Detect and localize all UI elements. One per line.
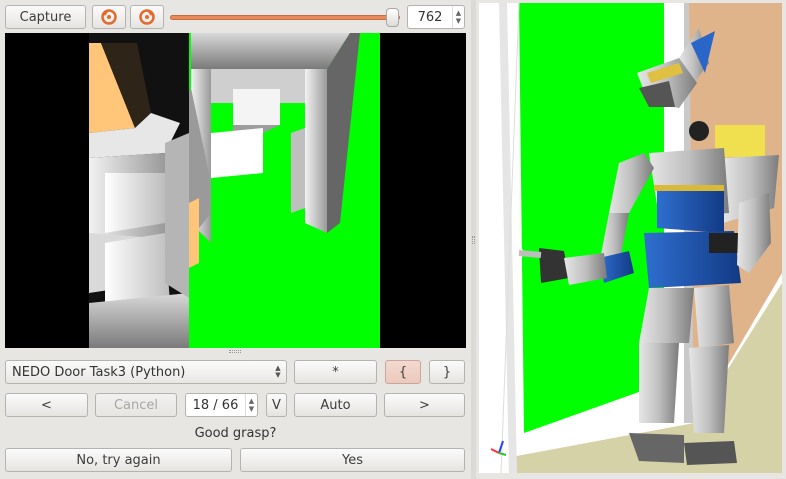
capture-button[interactable]: Capture: [5, 5, 86, 29]
robot-door-scene: [479, 3, 782, 473]
open-brace-button[interactable]: {: [385, 360, 421, 384]
phase-value: 18 / 66: [192, 397, 239, 413]
no-try-again-button[interactable]: No, try again: [5, 448, 232, 472]
task-selector[interactable]: NEDO Door Task3 (Python) ▲ ▼: [5, 360, 287, 384]
cancel-button[interactable]: Cancel: [95, 393, 177, 417]
time-value: 762: [417, 9, 443, 25]
rotate-cw-icon: [139, 9, 155, 25]
auto-button[interactable]: Auto: [294, 393, 377, 417]
close-brace-button[interactable]: }: [429, 360, 465, 384]
right-panel: [476, 0, 786, 479]
next-phase-button[interactable]: >: [384, 393, 465, 417]
camera-view[interactable]: [5, 33, 466, 348]
time-spinbox[interactable]: 762 ▲ ▼: [407, 5, 465, 29]
spin-arrows-icon[interactable]: ▲ ▼: [452, 6, 464, 28]
left-panel: Capture 762 ▲ ▼ NEDO Door Task3 (Python)…: [0, 0, 471, 479]
star-button[interactable]: *: [294, 360, 377, 384]
rotate-ccw-icon: [101, 9, 117, 25]
rotate-right-button[interactable]: [130, 5, 164, 29]
combo-arrows-icon: ▲ ▼: [275, 364, 281, 379]
yes-button[interactable]: Yes: [240, 448, 465, 472]
time-slider-handle[interactable]: [386, 8, 400, 27]
phase-spinbox[interactable]: 18 / 66 ▲ ▼: [185, 393, 258, 417]
task-selector-value: NEDO Door Task3 (Python): [12, 364, 186, 380]
robot-camera-image: [5, 33, 466, 348]
camera-toolbar: Capture 762 ▲ ▼: [0, 0, 471, 34]
panel-splitter-handle[interactable]: [229, 350, 241, 353]
time-slider-track[interactable]: [170, 15, 400, 20]
v-button[interactable]: V: [266, 393, 287, 417]
previous-phase-button[interactable]: <: [5, 393, 88, 417]
phase-spin-arrows-icon[interactable]: ▲ ▼: [245, 394, 257, 416]
prompt-message: Good grasp?: [194, 426, 277, 441]
splitter-grip-icon: [472, 236, 475, 244]
scene-view[interactable]: [479, 3, 782, 473]
rotate-left-button[interactable]: [92, 5, 126, 29]
